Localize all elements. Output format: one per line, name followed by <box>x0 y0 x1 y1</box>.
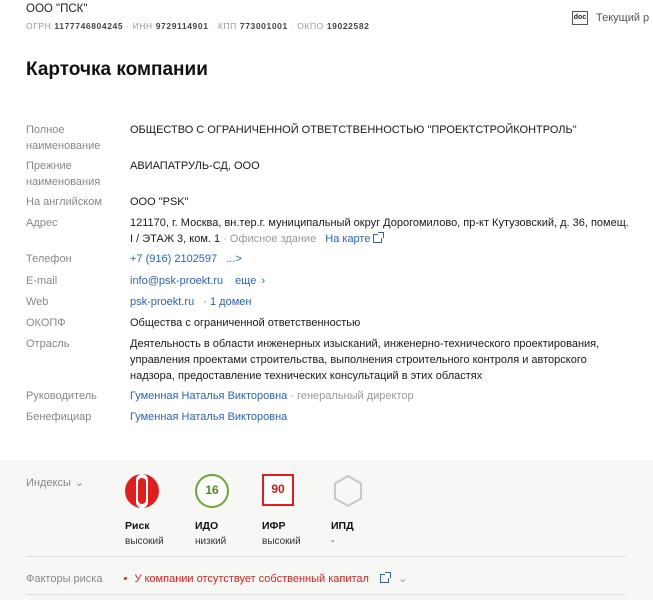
current-document-label: Текущий р <box>596 12 650 24</box>
phone-more-button[interactable]: ...> <box>226 253 242 265</box>
head-role: · генеральный директор <box>290 390 414 402</box>
industry-row: Отрасль Деятельность в области инженерны… <box>26 336 636 384</box>
divider <box>26 556 626 557</box>
web-value-container: psk-proekt.ru · 1 домен <box>130 294 630 310</box>
hexagon-icon <box>331 474 367 510</box>
beneficiary-label: Бенефициар <box>26 411 92 423</box>
phone-row: Телефон +7 (916) 2102597 ...> <box>26 251 636 267</box>
map-link-label: На карте <box>325 233 371 245</box>
company-short-name: ООО "ПСК" <box>26 3 88 15</box>
risk-factors-label: Факторы риска <box>26 573 103 585</box>
email-more-label: еще <box>235 275 257 287</box>
indices-toggle[interactable]: Индексы ⌄ <box>26 476 84 489</box>
indicator-ifr[interactable]: 90 ИФР высокий <box>262 474 332 547</box>
separator: · <box>211 21 215 31</box>
industry-value: Деятельность в области инженерных изыска… <box>130 338 600 382</box>
email-value-container: info@psk-proekt.ru еще › <box>130 273 630 289</box>
indicator-name: ИФР <box>262 520 286 532</box>
okpo-value: 19022582 <box>326 21 370 31</box>
address-value: 121170, г. Москва, вн.тер.г. муниципальн… <box>130 215 630 247</box>
okpo-label: ОКПО <box>297 21 324 31</box>
beneficiary-value-container: Гуменная Наталья Викторовна <box>130 409 630 425</box>
full-name-row: Полное наименование ОБЩЕСТВО С ОГРАНИЧЕН… <box>26 122 636 154</box>
indices-label: Индексы <box>26 477 71 489</box>
ifr-badge: 90 <box>262 474 298 510</box>
web-domains-link[interactable]: · 1 домен <box>203 296 251 308</box>
ido-badge: 16 <box>195 474 231 510</box>
email-more-button[interactable]: еще › <box>235 275 265 287</box>
okopf-value: Общества с ограниченной ответственностью <box>130 317 361 329</box>
ido-value: 16 <box>195 474 229 508</box>
email-label: E-mail <box>26 275 58 287</box>
inn-label: ИНН <box>132 21 153 31</box>
indicator-level: высокий <box>262 536 301 547</box>
phone-value-container: +7 (916) 2102597 ...> <box>130 251 630 267</box>
kpp-value: 773001001 <box>239 21 288 31</box>
map-link[interactable]: На карте <box>325 232 385 245</box>
chevron-down-icon: ⌄ <box>74 477 85 489</box>
risk-factors-row: Факторы риска • У компании отсутствует с… <box>26 572 407 585</box>
inn-value: 9729114901 <box>155 21 209 31</box>
email-row: E-mail info@psk-proekt.ru еще › <box>26 273 636 289</box>
english-name-value: ООО "PSK" <box>130 196 189 208</box>
phone-label: Телефон <box>26 253 72 265</box>
indicator-ido[interactable]: 16 ИДО низкий <box>195 474 265 547</box>
indicator-name: ИДО <box>195 520 219 532</box>
email-link[interactable]: info@psk-proekt.ru <box>130 275 223 287</box>
indicator-risk[interactable]: Риск высокий <box>125 474 195 547</box>
indicator-ipd[interactable]: ИПД - <box>331 474 401 547</box>
ogrn-label: ОГРН <box>26 21 52 31</box>
full-name-value: ОБЩЕСТВО С ОГРАНИЧЕННОЙ ОТВЕТСТВЕННОСТЬЮ… <box>130 124 577 136</box>
chevron-right-icon: › <box>261 275 265 287</box>
head-label: Руководитель <box>26 390 97 402</box>
risk-icon <box>125 474 161 510</box>
chevron-down-icon[interactable]: ⌄ <box>398 573 407 585</box>
external-link-icon <box>373 232 385 243</box>
address-row: Адрес 121170, г. Москва, вн.тер.г. муниц… <box>26 215 636 247</box>
indicator-name: Риск <box>125 520 150 532</box>
doc-icon: doc <box>572 11 588 25</box>
english-name-row: На английском ООО "PSK" <box>26 194 636 210</box>
english-name-label: На английском <box>26 196 102 208</box>
head-link[interactable]: Гуменная Наталья Викторовна <box>130 390 287 402</box>
indicator-name: ИПД <box>331 520 354 532</box>
previous-names-row: Прежние наименования АВИАПАТРУЛЬ-СД, ООО <box>26 158 636 190</box>
risk-factor-item: У компании отсутствует собственный капит… <box>134 573 369 585</box>
okopf-label: ОКОПФ <box>26 317 66 329</box>
ifr-value: 90 <box>262 474 294 506</box>
indicator-level: - <box>331 536 335 547</box>
phone-link[interactable]: +7 (916) 2102597 <box>130 253 217 265</box>
head-row: Руководитель Гуменная Наталья Викторовна… <box>26 388 636 404</box>
external-link-icon[interactable] <box>380 572 392 583</box>
previous-names-value: АВИАПАТРУЛЬ-СД, ООО <box>130 160 260 172</box>
okopf-row: ОКОПФ Общества с ограниченной ответствен… <box>26 315 636 331</box>
separator: · <box>290 21 295 31</box>
current-document-button[interactable]: doc Текущий р <box>572 11 649 25</box>
beneficiary-link[interactable]: Гуменная Наталья Викторовна <box>130 411 287 423</box>
top-bar: ООО "ПСК" ОГРН 1177746804245 · ИНН 97291… <box>0 0 653 40</box>
indicator-level: высокий <box>125 536 164 547</box>
indicator-level: низкий <box>195 536 227 547</box>
web-label: Web <box>26 296 49 308</box>
web-row: Web psk-proekt.ru · 1 домен <box>26 294 636 310</box>
kpp-label: КПП <box>217 21 237 31</box>
web-link[interactable]: psk-proekt.ru <box>130 296 194 308</box>
full-name-label: Полное наименование <box>26 124 101 152</box>
page-title: Карточка компании <box>26 59 208 80</box>
previous-names-label: Прежние наименования <box>26 160 101 188</box>
industry-label: Отрасль <box>26 338 70 350</box>
ogrn-value: 1177746804245 <box>54 21 124 31</box>
address-type: · Офисное здание <box>223 233 317 245</box>
separator: · <box>126 21 130 31</box>
bullet: • <box>123 573 128 585</box>
beneficiary-row: Бенефициар Гуменная Наталья Викторовна <box>26 409 636 425</box>
head-value-container: Гуменная Наталья Викторовна · генеральны… <box>130 388 630 404</box>
divider <box>26 594 626 595</box>
address-label: Адрес <box>26 217 58 229</box>
requisites-line: ОГРН 1177746804245 · ИНН 9729114901 · КП… <box>26 21 369 31</box>
